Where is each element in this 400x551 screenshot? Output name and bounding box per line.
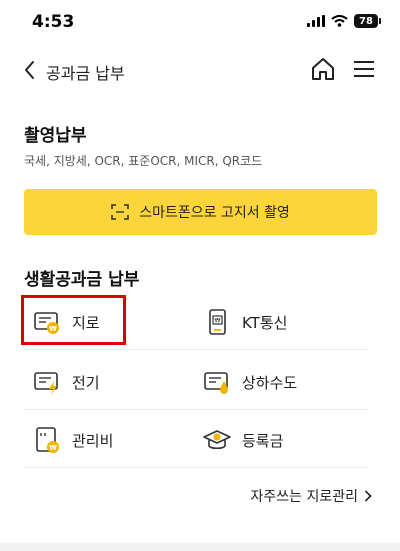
header: 공과금 납부: [0, 50, 400, 90]
chevron-right-icon: [364, 490, 372, 502]
maintenance-fee-icon: ₩: [36, 427, 59, 453]
capture-section-title: 촬영납부: [24, 126, 87, 146]
home-icon[interactable]: [310, 56, 336, 82]
svg-text:₩: ₩: [49, 444, 57, 452]
tuition-icon: [203, 430, 231, 450]
scan-bill-label: 스마트폰으로 고지서 촬영: [139, 205, 290, 221]
frequent-giro-manage-label: 자주쓰는 지로관리: [250, 489, 359, 505]
electricity-bill-icon: [34, 372, 58, 395]
scan-bill-button[interactable]: 스마트폰으로 고지서 촬영: [24, 189, 377, 235]
maintenance-fee-button[interactable]: ₩ 관리비: [32, 413, 113, 467]
battery-icon: 78: [354, 14, 381, 28]
water-label: 상하수도: [242, 373, 298, 392]
status-icons: 78: [307, 14, 381, 28]
wifi-icon: [331, 15, 348, 27]
bill-row: ₩ 관리비 등록금: [24, 413, 368, 468]
svg-text:₩: ₩: [215, 318, 221, 325]
selection-highlight: [21, 295, 126, 345]
living-bills-section-title: 생활공과금 납부: [24, 270, 140, 290]
bill-row: 전기 상하수도: [24, 355, 368, 410]
page-title: 공과금 납부: [46, 64, 125, 83]
scan-frame-icon: [111, 204, 130, 220]
kt-telecom-label: KT통신: [242, 313, 288, 332]
maintenance-fee-label: 관리비: [72, 431, 114, 450]
menu-icon[interactable]: [352, 58, 376, 80]
status-time: 4:53: [32, 12, 75, 32]
kt-phone-icon: ₩: [209, 309, 226, 335]
water-bill-icon: [204, 372, 228, 394]
status-bar: 4:53 78: [0, 0, 400, 44]
kt-telecom-button[interactable]: ₩ KT통신: [202, 295, 287, 349]
electricity-button[interactable]: 전기: [32, 355, 100, 409]
footer-divider: [0, 543, 400, 551]
tuition-label: 등록금: [242, 431, 284, 450]
frequent-giro-manage-link[interactable]: 자주쓰는 지로관리: [251, 486, 373, 506]
signal-icon: [307, 15, 325, 27]
water-button[interactable]: 상하수도: [202, 355, 297, 409]
back-arrow-icon[interactable]: [20, 58, 40, 82]
capture-supported-types: 국세, 지방세, OCR, 표준OCR, MICR, QR코드: [24, 154, 263, 168]
electricity-label: 전기: [72, 373, 100, 392]
tuition-button[interactable]: 등록금: [202, 413, 283, 467]
